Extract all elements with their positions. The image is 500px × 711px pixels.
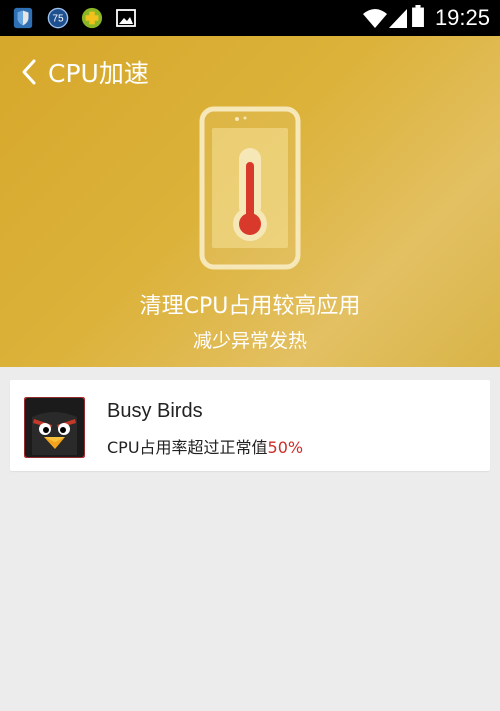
header-main-text: 清理CPU占用较高应用 <box>139 294 361 319</box>
app-desc-text: CPU占用率超过正常值 <box>107 438 268 457</box>
svg-text:75: 75 <box>52 14 64 25</box>
status-bar: 75 19:25 <box>0 0 500 36</box>
signal-icon <box>389 9 407 28</box>
wifi-icon <box>363 9 387 28</box>
angry-bird-icon <box>24 397 85 458</box>
shield-icon <box>13 7 33 29</box>
header-sub-text: 减少异常发热 <box>192 330 307 352</box>
battery-icon <box>412 5 424 27</box>
list-item-busy-birds[interactable]: Busy Birds CPU占用率超过正常值50% <box>10 380 490 471</box>
page-title: CPU加速 <box>48 59 149 88</box>
image-icon <box>116 9 136 27</box>
app-name: Busy Birds <box>107 400 203 422</box>
app-cpu-percent: 50% <box>267 438 304 457</box>
phone-thermometer-icon <box>199 106 301 270</box>
app-cpu-usage: CPU占用率超过正常值50% <box>107 434 303 458</box>
cpu-boost-header: CPU加速 清理CPU占用较高应用 减少异常发热 <box>0 36 500 367</box>
cross-app-icon <box>81 7 103 29</box>
back-arrow-icon <box>22 59 36 85</box>
back-button[interactable]: CPU加速 <box>20 52 149 92</box>
status-time: 19:25 <box>434 5 490 30</box>
badge-75-icon: 75 <box>47 7 69 29</box>
